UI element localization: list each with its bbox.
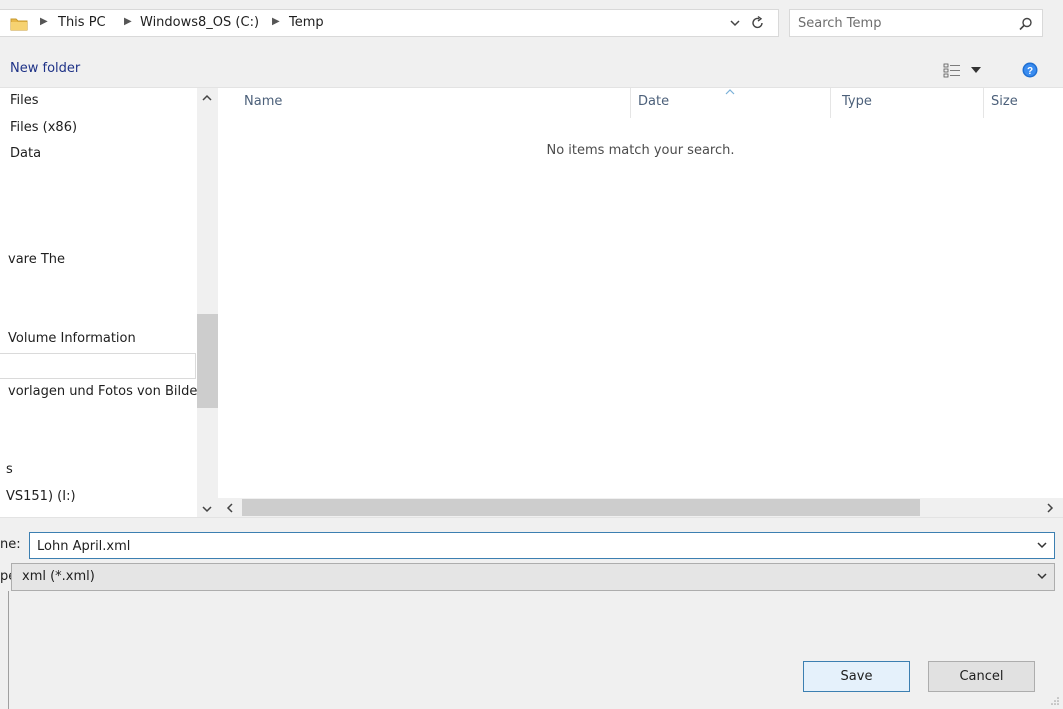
breadcrumb-separator-icon: ▶: [40, 16, 48, 27]
chevron-up-icon[interactable]: [202, 94, 212, 102]
sort-arrow-icon: [725, 89, 735, 95]
chevron-right-icon[interactable]: [1046, 503, 1054, 513]
search-input[interactable]: [798, 14, 998, 32]
save-button[interactable]: Save: [803, 661, 910, 692]
column-header-date[interactable]: Date: [638, 94, 669, 109]
column-header-name[interactable]: Name: [244, 94, 282, 109]
help-icon[interactable]: ?: [1022, 62, 1038, 78]
breadcrumb-separator-icon: ▶: [124, 16, 132, 27]
filename-label: ne:: [0, 537, 21, 552]
nav-scrollbar-thumb[interactable]: [197, 314, 218, 408]
details-view-icon[interactable]: [943, 62, 961, 78]
refresh-icon[interactable]: [750, 15, 766, 31]
nav-item[interactable]: s: [6, 462, 13, 477]
navigation-pane[interactable]: Files Files (x86) Data vare The Volume I…: [0, 88, 218, 517]
chevron-left-icon[interactable]: [226, 503, 234, 513]
horizontal-scrollbar-thumb[interactable]: [242, 499, 920, 516]
breadcrumb-separator-icon: ▶: [272, 16, 280, 27]
cancel-button[interactable]: Cancel: [928, 661, 1035, 692]
divider: [8, 591, 9, 709]
nav-item[interactable]: Data: [10, 146, 41, 161]
column-separator[interactable]: [830, 88, 831, 118]
caret-down-icon[interactable]: [971, 67, 981, 73]
column-header-type[interactable]: Type: [842, 94, 872, 109]
save-form: ne: pe: xml (*.xml) Save Cancel: [0, 517, 1063, 709]
breadcrumb-this-pc[interactable]: This PC: [58, 15, 106, 30]
horizontal-scrollbar[interactable]: [218, 498, 1063, 517]
nav-hover-highlight: [0, 353, 196, 379]
filetype-value: xml (*.xml): [22, 569, 95, 584]
breadcrumb-drive[interactable]: Windows8_OS (C:): [140, 15, 259, 30]
breadcrumb-temp[interactable]: Temp: [289, 15, 324, 30]
nav-item[interactable]: VS151) (I:): [6, 489, 76, 504]
search-icon[interactable]: [1018, 16, 1034, 32]
filetype-select[interactable]: xml (*.xml): [11, 563, 1055, 591]
nav-item[interactable]: Files: [10, 93, 39, 108]
folder-icon: [10, 18, 28, 31]
chevron-down-icon[interactable]: [728, 16, 742, 30]
address-row: ▶ This PC ▶ Windows8_OS (C:) ▶ Temp: [0, 0, 1063, 54]
search-box[interactable]: [789, 9, 1043, 37]
nav-item[interactable]: Files (x86): [10, 120, 77, 135]
nav-item[interactable]: vare The: [8, 252, 65, 267]
nav-scrollbar[interactable]: [197, 88, 218, 517]
nav-item[interactable]: Volume Information: [8, 331, 136, 346]
resize-grip-icon[interactable]: [1050, 696, 1060, 706]
toolbar: New folder ?: [0, 54, 1063, 88]
column-header-size[interactable]: Size: [991, 94, 1018, 109]
column-separator[interactable]: [630, 88, 631, 118]
address-bar[interactable]: ▶ This PC ▶ Windows8_OS (C:) ▶ Temp: [0, 9, 779, 37]
new-folder-button[interactable]: New folder: [10, 61, 80, 76]
file-list[interactable]: Name Date Type Size No items match your …: [218, 88, 1063, 498]
chevron-down-icon[interactable]: [202, 505, 212, 513]
svg-text:?: ?: [1027, 66, 1033, 77]
chevron-down-icon[interactable]: [1037, 573, 1047, 580]
filename-combobox[interactable]: [29, 532, 1055, 559]
column-separator[interactable]: [983, 88, 984, 118]
filename-input[interactable]: [37, 537, 987, 555]
nav-item[interactable]: vorlagen und Fotos von Bilde: [8, 384, 197, 399]
chevron-down-icon[interactable]: [1037, 542, 1047, 549]
empty-message: No items match your search.: [546, 143, 735, 158]
